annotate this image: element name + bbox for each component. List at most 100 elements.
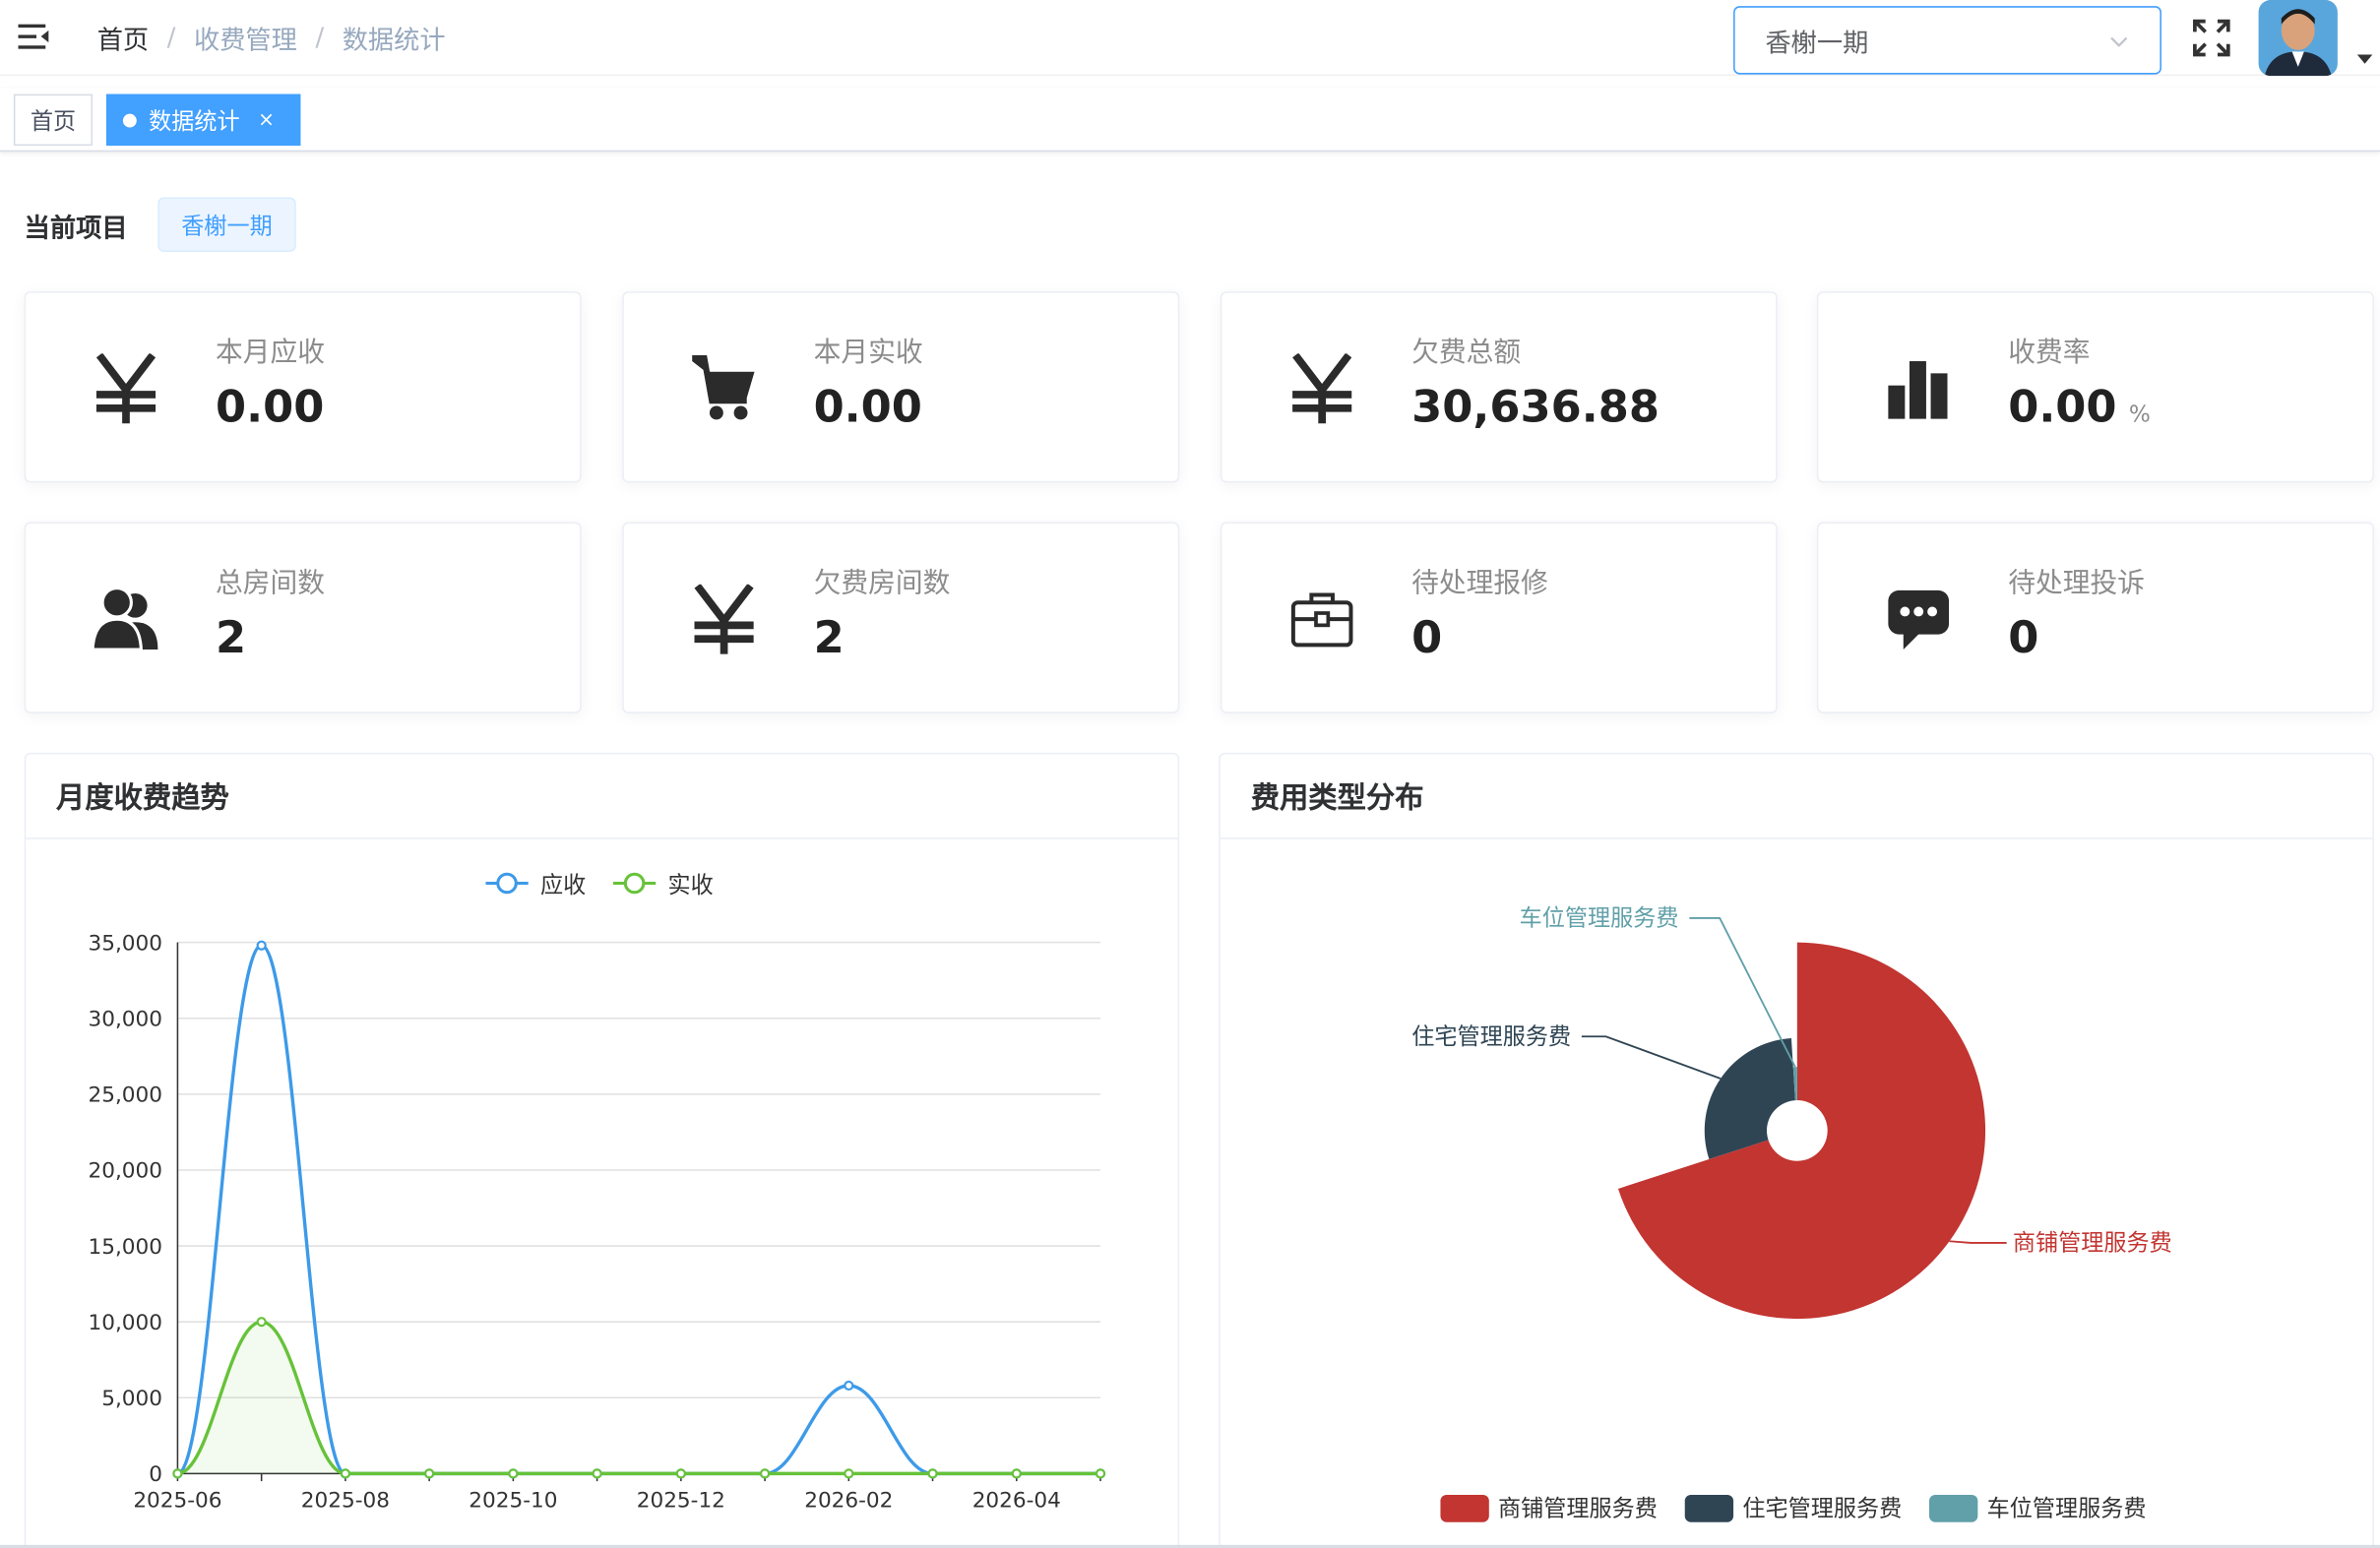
stat-label: 待处理投诉 xyxy=(2008,567,2145,600)
monthly-trend-title: 月度收费趋势 xyxy=(26,754,1178,839)
stat-card-collection-rate: 收费率 0.00% xyxy=(1816,291,2374,483)
pie-slice-商铺管理服务费[interactable] xyxy=(1617,942,1986,1320)
pie-label: 车位管理服务费 xyxy=(1520,906,1679,932)
tag-statistics-label: 数据统计 xyxy=(149,106,240,135)
yen-icon xyxy=(684,582,763,657)
stat-label: 收费率 xyxy=(2008,337,2091,369)
data-point[interactable] xyxy=(424,1468,435,1479)
data-point[interactable] xyxy=(256,940,267,951)
y-tick-label: 10,000 xyxy=(88,1311,162,1335)
data-point[interactable] xyxy=(844,1380,854,1392)
stat-label: 欠费总额 xyxy=(1411,337,1522,369)
data-point[interactable] xyxy=(927,1468,938,1479)
x-tick-label: 2026-04 xyxy=(972,1488,1061,1513)
y-tick-label: 25,000 xyxy=(88,1084,162,1108)
stat-card-pending-repairs: 待处理报修 0 xyxy=(1220,522,1778,713)
legend-swatch[interactable] xyxy=(1929,1494,1978,1522)
y-tick-label: 30,000 xyxy=(88,1007,162,1031)
legend-label[interactable]: 商铺管理服务费 xyxy=(1498,1497,1658,1522)
pie-slice-住宅管理服务费[interactable] xyxy=(1704,1037,1795,1159)
project-select-value: 香榭一期 xyxy=(1765,29,1869,60)
stat-card-arrears-rooms: 欠费房间数 2 xyxy=(622,522,1180,713)
legend-label[interactable]: 住宅管理服务费 xyxy=(1742,1497,1902,1522)
current-project-label: 当前项目 xyxy=(24,214,128,245)
y-tick-label: 15,000 xyxy=(88,1235,162,1260)
data-point[interactable] xyxy=(759,1468,771,1479)
legend-label[interactable]: 车位管理服务费 xyxy=(1987,1497,2147,1522)
stat-value-number: 0.00 xyxy=(2008,381,2117,433)
stat-label: 待处理报修 xyxy=(1411,567,1548,600)
yen-icon xyxy=(1283,350,1361,426)
avatar-image xyxy=(2258,0,2338,77)
stat-value: 0.00% xyxy=(2008,381,2151,432)
breadcrumb-fee-management: 收费管理 xyxy=(193,26,297,57)
fee-distribution-panel: 费用类型分布 商铺管理服务费 住宅管理服务费 车位管理服务费 商铺管理服务费 住宅管理服… xyxy=(1219,752,2374,1548)
label-leader-line xyxy=(1949,1240,2007,1244)
legend-marker[interactable] xyxy=(623,872,646,895)
user-avatar[interactable] xyxy=(2258,0,2338,77)
legend-label[interactable]: 实收 xyxy=(668,873,714,898)
series-line-应收 xyxy=(176,944,1101,1476)
stat-card-arrears-total: 欠费总额 30,636.88 xyxy=(1220,291,1778,483)
data-point[interactable] xyxy=(340,1468,350,1479)
toolbox-icon xyxy=(1283,582,1361,657)
data-point[interactable] xyxy=(675,1468,686,1479)
x-tick-label: 2025-10 xyxy=(469,1488,557,1513)
tag-home[interactable]: 首页 xyxy=(13,93,94,147)
fee-distribution-title: 费用类型分布 xyxy=(1220,754,2373,839)
y-tick-label: 0 xyxy=(149,1462,162,1487)
data-point[interactable] xyxy=(592,1468,602,1479)
project-select[interactable]: 香榭一期 xyxy=(1733,6,2161,75)
navbar: 首页 / 收费管理 / 数据统计 香榭一期 xyxy=(0,0,2380,77)
x-tick-label: 2025-06 xyxy=(133,1488,221,1513)
hamburger-icon[interactable] xyxy=(15,20,51,53)
breadcrumb-statistics: 数据统计 xyxy=(342,26,446,57)
current-project-tag: 香榭一期 xyxy=(157,197,296,252)
users-icon xyxy=(87,582,165,657)
legend-label[interactable]: 应收 xyxy=(540,873,586,898)
dashboard-page: 首页 / 收费管理 / 数据统计 香榭一期 首页 数据统计 × 当前项目 香榭一… xyxy=(0,0,2380,1548)
stat-card-total-rooms: 总房间数 2 xyxy=(24,522,582,713)
yen-icon xyxy=(87,350,165,426)
breadcrumb-separator: / xyxy=(166,22,176,53)
y-tick-label: 35,000 xyxy=(88,931,162,956)
legend-swatch[interactable] xyxy=(1440,1494,1489,1522)
tag-statistics[interactable]: 数据统计 × xyxy=(105,93,301,147)
stat-value: 30,636.88 xyxy=(1411,381,1660,433)
bottom-divider xyxy=(0,1544,2380,1548)
stat-value: 2 xyxy=(813,611,845,663)
y-tick-label: 20,000 xyxy=(88,1159,162,1184)
stat-card-pending-complaints: 待处理投诉 0 xyxy=(1816,522,2374,713)
data-point[interactable] xyxy=(844,1468,854,1479)
data-point[interactable] xyxy=(256,1317,267,1328)
stat-label: 欠费房间数 xyxy=(813,567,951,600)
breadcrumb-separator: / xyxy=(315,22,325,53)
stat-label: 本月应收 xyxy=(215,337,326,369)
bar-chart-icon xyxy=(1879,350,1958,426)
legend-swatch[interactable] xyxy=(1684,1494,1734,1522)
breadcrumb-home[interactable]: 首页 xyxy=(97,19,149,56)
breadcrumb: 首页 / 收费管理 / 数据统计 xyxy=(97,19,446,57)
chart-legend: 应收 实收 xyxy=(485,872,714,898)
data-point[interactable] xyxy=(172,1468,183,1479)
data-point[interactable] xyxy=(1011,1468,1022,1479)
pie-legend: 商铺管理服务费 住宅管理服务费 车位管理服务费 xyxy=(1440,1494,2147,1522)
close-icon[interactable]: × xyxy=(258,108,275,131)
stat-label: 总房间数 xyxy=(215,567,326,600)
x-tick-label: 2025-08 xyxy=(301,1488,390,1513)
tags-view: 首页 数据统计 × xyxy=(0,88,2380,153)
label-leader-line xyxy=(1581,1035,1722,1080)
x-tick-label: 2025-12 xyxy=(637,1488,725,1513)
data-point[interactable] xyxy=(508,1468,519,1479)
stat-unit: % xyxy=(2128,401,2151,428)
x-tick-label: 2026-02 xyxy=(804,1488,893,1513)
monthly-trend-chart: 0 5,000 10,000 15,000 20,000 25,000 30,000 35,0… xyxy=(88,872,1106,1513)
stat-value: 0 xyxy=(1411,611,1443,663)
active-dot-icon xyxy=(122,112,137,127)
stat-card-receivable: 本月应收 0.00 xyxy=(24,291,582,483)
stat-value: 0 xyxy=(2008,611,2039,663)
legend-marker[interactable] xyxy=(496,872,518,895)
caret-down-icon[interactable] xyxy=(2355,51,2374,66)
fullscreen-icon[interactable] xyxy=(2192,19,2231,58)
data-point[interactable] xyxy=(1095,1468,1106,1479)
